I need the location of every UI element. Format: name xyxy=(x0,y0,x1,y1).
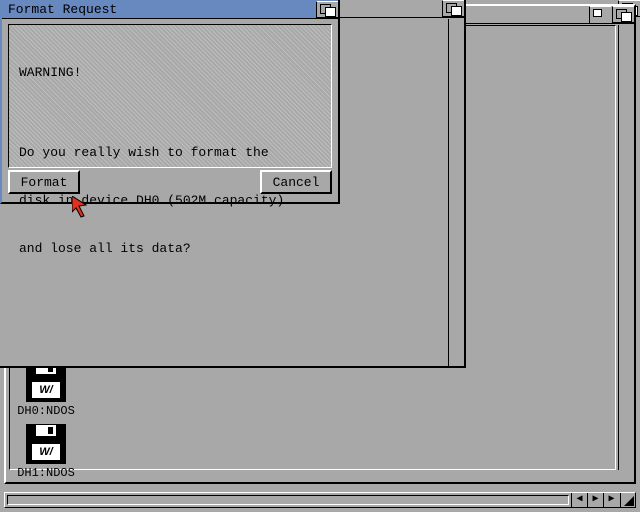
zoom-gadget-icon[interactable] xyxy=(589,6,611,23)
dialog-message-line: Do you really wish to format the xyxy=(19,145,321,161)
disk-icon-dh1[interactable]: DH1:NDOS xyxy=(16,424,76,480)
disk-label: DH1:NDOS xyxy=(16,466,76,480)
workbench-horizontal-scrollbar[interactable]: ◀ ▶ ▶ xyxy=(4,492,636,508)
dialog-title: Format Request xyxy=(2,2,117,17)
floppy-icon xyxy=(26,424,66,464)
scroll-right2-arrow-icon[interactable]: ▶ xyxy=(603,493,619,507)
disk-label: DH0:NDOS xyxy=(16,404,76,418)
dialog-message-line: and lose all its data? xyxy=(19,241,321,257)
cancel-button[interactable]: Cancel xyxy=(260,170,332,194)
floppy-icon xyxy=(26,362,66,402)
scrollbar-track[interactable] xyxy=(7,495,569,505)
depth-gadget-icon[interactable] xyxy=(316,1,338,18)
depth-gadget-icon[interactable] xyxy=(442,0,464,17)
disk-icon-dh0[interactable]: DH0:NDOS xyxy=(16,362,76,418)
workbench-vertical-scrollbar[interactable] xyxy=(618,25,634,470)
warning-heading: WARNING! xyxy=(19,65,321,81)
format-request-dialog: Format Request WARNING! Do you really wi… xyxy=(0,0,340,204)
depth-gadget-icon[interactable] xyxy=(612,6,634,23)
drawer-vertical-scrollbar[interactable] xyxy=(448,19,464,366)
scroll-left-arrow-icon[interactable]: ◀ xyxy=(571,493,587,507)
dialog-button-row: Format Cancel xyxy=(8,170,332,196)
format-button[interactable]: Format xyxy=(8,170,80,194)
scroll-right-arrow-icon[interactable]: ▶ xyxy=(587,493,603,507)
dialog-titlebar[interactable]: Format Request xyxy=(2,0,338,19)
dialog-body: WARNING! Do you really wish to format th… xyxy=(8,24,332,168)
size-gadget-icon[interactable] xyxy=(620,493,635,507)
screen: DH0:NDOS DH1:NDOS Format Request WARNING… xyxy=(0,0,640,512)
